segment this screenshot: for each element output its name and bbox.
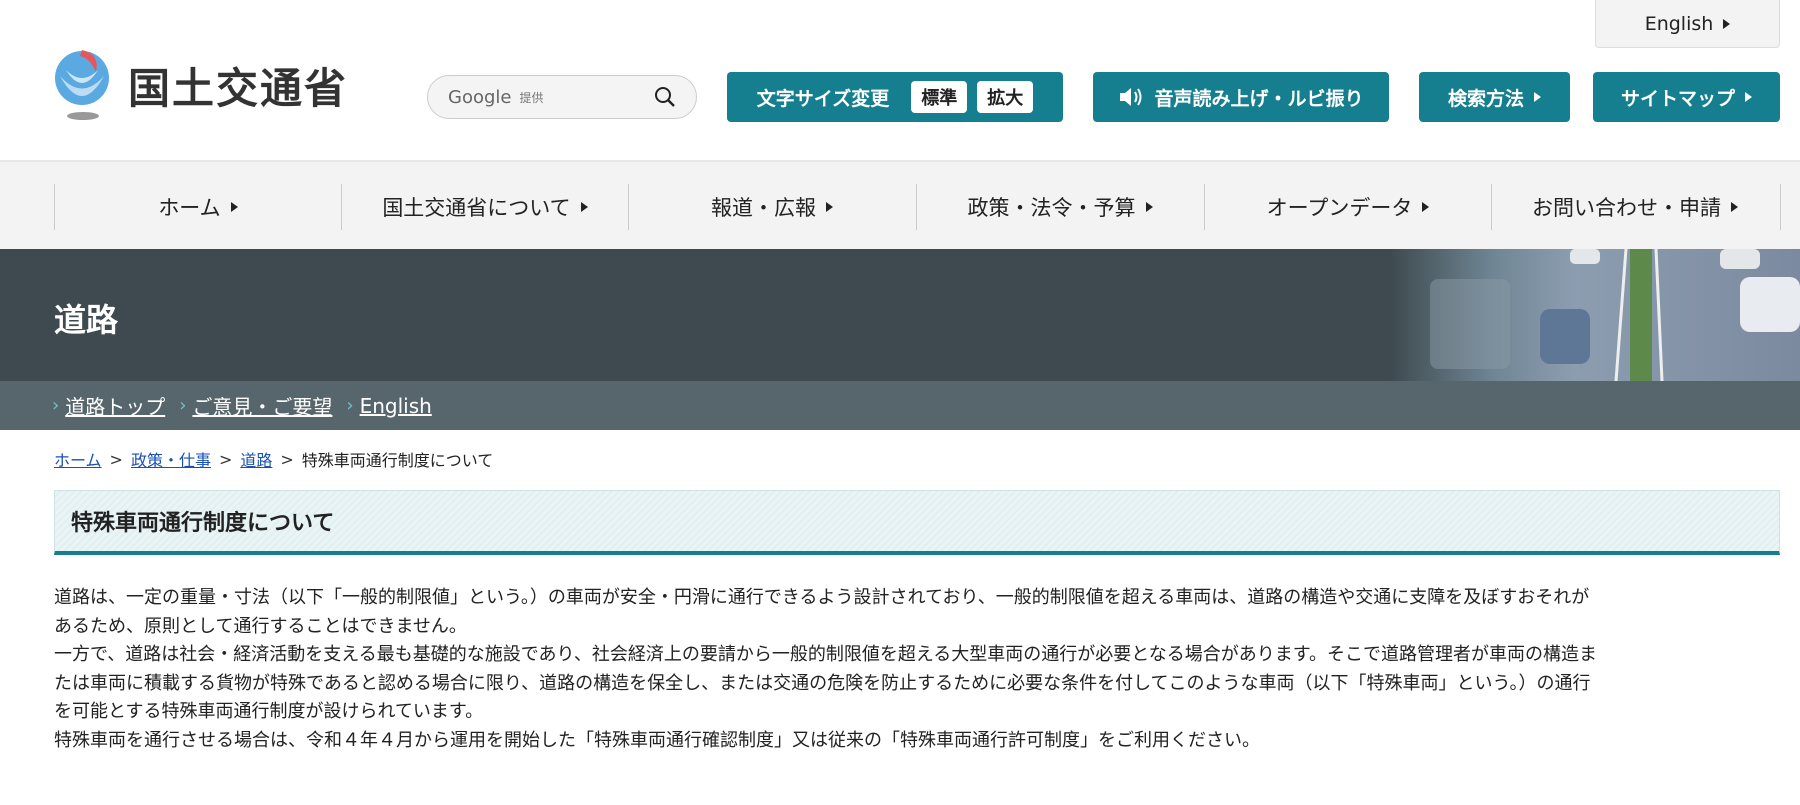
breadcrumb-separator: > bbox=[109, 449, 123, 469]
breadcrumb-policy[interactable]: 政策・仕事 bbox=[131, 447, 211, 471]
breadcrumb-separator: > bbox=[218, 449, 233, 469]
search-icon[interactable] bbox=[654, 86, 676, 108]
intro-text: 道路は、一定の重量・寸法（以下「一般的制限値」という。）の車両が安全・円滑に通行… bbox=[54, 584, 1794, 755]
highway-photo bbox=[1390, 249, 1800, 381]
triangle-right-icon bbox=[1731, 202, 1738, 212]
breadcrumb-home[interactable]: ホーム bbox=[54, 447, 102, 471]
subnav-feedback[interactable]: ご意見・ご要望 bbox=[192, 391, 332, 420]
chevron-right-icon: › bbox=[346, 395, 354, 416]
search-input[interactable]: Google 提供 bbox=[427, 75, 697, 119]
triangle-right-icon bbox=[230, 202, 238, 212]
nav-contact[interactable]: お問い合わせ・申請 bbox=[1491, 184, 1778, 230]
nav-label: オープンデータ bbox=[1266, 196, 1413, 220]
audio-label: 音声読み上げ・ルビ振り bbox=[1154, 87, 1364, 110]
triangle-right-icon bbox=[1145, 202, 1153, 212]
subnav-road-top[interactable]: 道路トップ bbox=[65, 391, 165, 420]
triangle-right-icon bbox=[1422, 202, 1430, 212]
section-subnav: › 道路トップ › ご意見・ご要望 › English bbox=[0, 381, 1800, 430]
nav-label: お問い合わせ・申請 bbox=[1532, 196, 1721, 220]
triangle-right-icon bbox=[1723, 18, 1731, 29]
search-method-button[interactable]: 検索方法 bbox=[1419, 72, 1570, 122]
body-line: 道路は、一定の重量・寸法（以下「一般的制限値」という。）の車両が安全・円滑に通行… bbox=[54, 587, 1590, 608]
chevron-right-icon: › bbox=[179, 395, 187, 416]
triangle-right-icon bbox=[1534, 92, 1541, 102]
sitemap-label: サイトマップ bbox=[1620, 87, 1735, 110]
body-line: 特殊車両を通行させる場合は、令和４年４月から運用を開始した「特殊車両通行確認制度… bbox=[54, 729, 1260, 751]
nav-label: 報道・広報 bbox=[711, 196, 816, 220]
nav-about[interactable]: 国土交通省について bbox=[341, 184, 628, 230]
highway-image-icon bbox=[1430, 249, 1800, 381]
section-title: 道路 bbox=[54, 301, 119, 339]
font-size-label: 文字サイズ変更 bbox=[756, 87, 890, 110]
speaker-icon bbox=[1120, 88, 1142, 106]
font-standard-button[interactable]: 標準 bbox=[911, 81, 968, 113]
triangle-right-icon bbox=[826, 202, 833, 212]
global-nav: ホーム 国土交通省について 報道・広報 政策・法令・予算 オープンデータ お問い… bbox=[0, 160, 1800, 249]
mlit-logo[interactable]: 国土交通省 bbox=[52, 46, 348, 124]
nav-divider bbox=[1780, 184, 1781, 230]
body-line: 一方で、道路は社会・経済活動を支える最も基礎的な施設であり、社会経済上の要請から… bbox=[54, 644, 1597, 665]
search-method-label: 検索方法 bbox=[1447, 87, 1524, 110]
breadcrumb-separator: > bbox=[280, 449, 294, 469]
google-label: Google bbox=[448, 86, 512, 108]
audio-ruby-button[interactable]: 音声読み上げ・ルビ振り bbox=[1093, 72, 1389, 122]
nav-policy[interactable]: 政策・法令・予算 bbox=[916, 184, 1203, 230]
body-line: を可能とする特殊車両通行制度が設けられています。 bbox=[54, 701, 484, 722]
triangle-right-icon bbox=[580, 202, 588, 212]
page-title: 特殊車両通行制度について bbox=[54, 490, 1780, 555]
english-label: English bbox=[1644, 12, 1714, 35]
nav-press[interactable]: 報道・広報 bbox=[628, 184, 915, 230]
nav-label: 政策・法令・予算 bbox=[967, 196, 1136, 220]
chevron-right-icon: › bbox=[52, 395, 60, 416]
nav-open-data[interactable]: オープンデータ bbox=[1204, 184, 1491, 230]
triangle-right-icon bbox=[1745, 92, 1752, 102]
mlit-emblem-icon bbox=[55, 50, 109, 120]
breadcrumb: ホーム > 政策・仕事 > 道路 > 特殊車両通行制度について bbox=[54, 447, 493, 471]
font-large-button[interactable]: 拡大 bbox=[977, 81, 1034, 113]
font-size-control: 文字サイズ変更 標準 拡大 bbox=[727, 72, 1063, 122]
sitemap-button[interactable]: サイトマップ bbox=[1593, 72, 1780, 122]
nav-label: 国土交通省について bbox=[382, 196, 571, 220]
body-line: たは車両に積載する貨物が特殊であると認める場合に限り、道路の構造を保全し、または… bbox=[54, 672, 1591, 694]
provided-label: 提供 bbox=[519, 90, 544, 105]
logo-text: 国土交通省 bbox=[128, 63, 349, 113]
body-line: あるため、原則として通行することはできません。 bbox=[54, 615, 467, 637]
breadcrumb-current: 特殊車両通行制度について bbox=[301, 451, 494, 470]
nav-label: ホーム bbox=[158, 196, 221, 220]
breadcrumb-road[interactable]: 道路 bbox=[240, 447, 272, 471]
english-button[interactable]: English bbox=[1595, 0, 1780, 48]
subnav-english[interactable]: English bbox=[360, 394, 432, 418]
nav-home[interactable]: ホーム bbox=[54, 184, 341, 230]
